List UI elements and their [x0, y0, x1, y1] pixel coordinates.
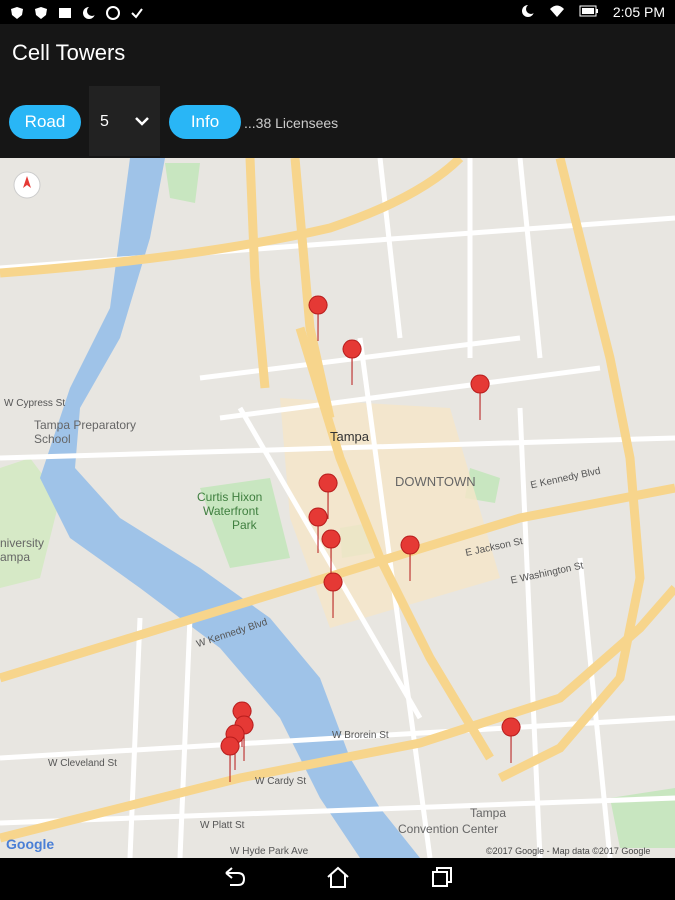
shield-icon	[10, 6, 24, 19]
road-button[interactable]: Road	[9, 105, 81, 139]
home-icon[interactable]	[326, 866, 350, 893]
zoom-value: 5	[100, 113, 109, 130]
map-label-convention-2: Convention Center	[398, 822, 499, 836]
map-label-tampa: Tampa	[330, 429, 370, 444]
map-label-cardy: W Cardy St	[255, 776, 307, 787]
map-view[interactable]: DOWNTOWN Tampa Tampa Preparatory School …	[0, 158, 675, 858]
map-label-downtown: DOWNTOWN	[395, 474, 476, 489]
status-bar: 2:05 PM	[0, 0, 675, 24]
map-label-prep-school-2: School	[34, 432, 71, 446]
moon-icon	[521, 3, 536, 21]
image-icon	[58, 6, 72, 18]
recents-icon[interactable]	[430, 866, 454, 893]
map-label-park-3: Park	[232, 518, 257, 532]
map-label-cypress: W Cypress St	[4, 398, 66, 409]
map-label-hyde: W Hyde Park Ave	[230, 846, 309, 857]
map-label-park: Curtis Hixon	[197, 490, 263, 504]
check-icon	[130, 6, 144, 19]
map-label-university: niversity	[0, 536, 45, 550]
map-label-brorein: W Brorein St	[332, 730, 389, 741]
google-logo: Google	[6, 836, 55, 852]
map-label-university-2: ampa	[0, 550, 31, 564]
map-label-platt: W Platt St	[200, 820, 245, 831]
status-time: 2:05 PM	[612, 4, 665, 20]
map-copyright: ©2017 Google - Map data ©2017 Google	[486, 846, 651, 856]
shield-icon	[34, 6, 48, 19]
back-icon[interactable]	[222, 866, 246, 892]
wifi-icon	[549, 4, 565, 21]
battery-icon	[579, 4, 599, 20]
map-label-cleveland: W Cleveland St	[48, 758, 117, 769]
circle-icon	[106, 6, 120, 20]
page-title: Cell Towers	[12, 40, 126, 65]
map-label-convention: Tampa	[470, 806, 507, 820]
nav-bar	[0, 858, 675, 900]
chevron-down-icon	[133, 112, 151, 130]
zoom-select[interactable]: 5	[89, 86, 160, 156]
map-label-park-2: Waterfront	[203, 504, 259, 518]
licensees-count: ...38 Licensees	[244, 115, 339, 131]
map-label-prep-school: Tampa Preparatory	[34, 418, 137, 432]
info-button[interactable]: Info	[169, 105, 241, 139]
moon-icon	[82, 6, 97, 19]
toolbar: Road 5 Info ...38 Licensees	[0, 86, 675, 158]
map-canvas	[0, 158, 675, 858]
app-bar: Cell Towers Road 5 Info ...38 Licensees	[0, 24, 675, 158]
